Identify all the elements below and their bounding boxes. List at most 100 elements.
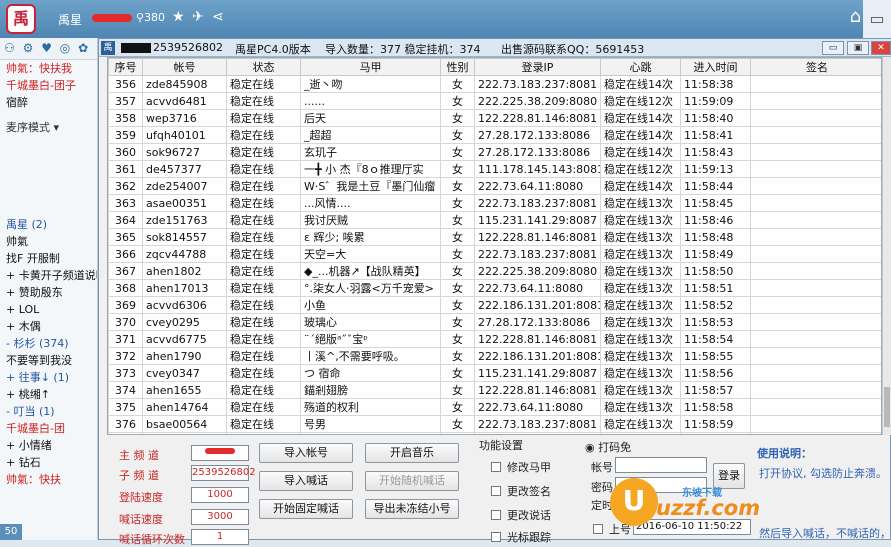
- left-list-item[interactable]: 千城墨白-团子: [0, 77, 97, 94]
- table-row[interactable]: 370 cvey0295 稳定在线 玻璃心女 27.28.172.133:8086 稳定在…: [108, 313, 881, 331]
- left-list-item[interactable]: 找F 开服制: [0, 250, 97, 267]
- table-cell: 363: [108, 194, 143, 212]
- table-row[interactable]: 369 acvvd6306 稳定在线 小鱼女 222.186.131.201:8081 稳…: [108, 296, 881, 314]
- main-channel-field[interactable]: [191, 445, 249, 461]
- share-icon[interactable]: ⋖: [212, 9, 224, 25]
- left-list-item[interactable]: + 赞助殷东: [0, 284, 97, 301]
- left-list-item[interactable]: 帅氣：快扶: [0, 471, 97, 488]
- login-speed-field[interactable]: 1000: [191, 487, 249, 503]
- left-list-item[interactable]: - 叮当 (1): [0, 403, 97, 420]
- function-settings-title: 功能设置: [479, 439, 523, 452]
- table-body: 356 zde845908 稳定在线 _逝丶吻女 222.73.183.237:8081…: [108, 75, 881, 434]
- table-cell: 27.28.172.133:8086: [474, 126, 601, 144]
- table-cell: [750, 177, 881, 195]
- vertical-scrollbar[interactable]: [882, 57, 891, 435]
- table-row[interactable]: 356 zde845908 稳定在线 _逝丶吻女 222.73.183.237:8081…: [108, 75, 881, 93]
- left-list-item[interactable]: 宿醉: [0, 94, 97, 111]
- table-row[interactable]: 362 zde254007 稳定在线 W·S゛我是土豆『墨门仙瘤女 222.73.64.…: [108, 177, 881, 195]
- column-header[interactable]: 状态: [226, 58, 301, 76]
- free-radio[interactable]: ◉ 打码免: [585, 439, 631, 455]
- phone-icon[interactable]: ☎: [96, 41, 97, 55]
- left-list-item[interactable]: - 杉杉 (374): [0, 335, 97, 352]
- close-button[interactable]: ✕: [871, 41, 891, 55]
- flower-icon[interactable]: ✿: [78, 41, 88, 55]
- user-name[interactable]: 禹星: [58, 11, 82, 28]
- export-frozen-button[interactable]: 导出未冻结小号: [365, 499, 459, 519]
- table-row[interactable]: 357 acvvd6481 稳定在线...... 女 222.225.38.209:80…: [108, 92, 881, 110]
- table-cell: 稳定在线13次: [600, 228, 681, 246]
- left-list-item[interactable]: 禹星 (2): [0, 216, 97, 233]
- table-cell: 稳定在线13次: [600, 245, 681, 263]
- fixed-shout-button[interactable]: 开始固定喊话: [259, 499, 353, 519]
- account-input[interactable]: [615, 457, 707, 473]
- column-header[interactable]: 序号: [108, 58, 143, 76]
- maximize-button[interactable]: ▣: [847, 41, 869, 55]
- mode-selector[interactable]: 麦序模式 ▾: [0, 119, 97, 136]
- left-list-item[interactable]: + 往事↓ (1): [0, 369, 97, 386]
- table-cell: [750, 398, 881, 416]
- table-row[interactable]: 359 ufqh40101 稳定在线 _超超女 27.28.172.133:8086 稳定…: [108, 126, 881, 144]
- column-header[interactable]: 签名: [750, 58, 881, 76]
- star-icon[interactable]: ★: [172, 9, 185, 25]
- people-icon[interactable]: ⚇: [4, 41, 15, 55]
- settings-icon[interactable]: ⚙: [23, 41, 34, 55]
- column-header[interactable]: 心跳: [600, 58, 681, 76]
- table-row[interactable]: 375 ahen14764 稳定在线 殇道的权利女 222.73.64.11:8080 稳…: [108, 398, 881, 416]
- table-cell: 11:58:48: [680, 228, 751, 246]
- table-row[interactable]: 363 asae00351 稳定在线 ...风情.... 女 222.73.183.237…: [108, 194, 881, 212]
- sign-checkbox[interactable]: 更改签名: [491, 483, 551, 499]
- column-header[interactable]: 登录IP: [474, 58, 601, 76]
- column-header[interactable]: 马甲: [300, 58, 441, 76]
- loop-field[interactable]: 1: [191, 529, 249, 545]
- shout-speed-field[interactable]: 3000: [191, 509, 249, 525]
- table-row[interactable]: 358 wep3716 稳定在线 后天女 122.228.81.146:8081 稳定在线…: [108, 109, 881, 127]
- left-list-item[interactable]: + 木偶: [0, 318, 97, 335]
- sub-channel-field[interactable]: 2539526802: [191, 465, 256, 481]
- table-row[interactable]: 368 ahen17013 稳定在线 °.柒女人·羽露<万千宠爱> 女 222.73.64…: [108, 279, 881, 297]
- table-row[interactable]: 373 cvey0347 稳定在线つ 宿命女 115.231.141.29:8087 稳…: [108, 364, 881, 382]
- scroll-thumb[interactable]: [884, 387, 890, 427]
- cursor-checkbox[interactable]: 光标跟踪: [491, 529, 551, 545]
- left-list-item[interactable]: 千城墨白-团: [0, 420, 97, 437]
- account-label: 帐号: [591, 461, 613, 474]
- left-list-item[interactable]: + 卡黄开子频道说明: [0, 267, 97, 284]
- table-row[interactable]: 364 zde151763 稳定在线 我讨厌贼女 115.231.141.29:8087…: [108, 211, 881, 229]
- table-row[interactable]: 365 sok814557 稳定在线 ε 辉少; 唉累女 122.228.81.146:…: [108, 228, 881, 246]
- import-account-button[interactable]: 导入帐号: [259, 443, 353, 463]
- table-cell: 11:58:40: [680, 109, 751, 127]
- import-shout-button[interactable]: 导入喊话: [259, 471, 353, 491]
- table-row[interactable]: 367 ahen1802 稳定在线 ◆_...机器↗【战队精英】女 222.225.38…: [108, 262, 881, 280]
- minimize-button[interactable]: ▭: [822, 41, 844, 55]
- table-row[interactable]: 374 ahen1655 稳定在线 錨剎翅膀女 122.228.81.146:8081 稳…: [108, 381, 881, 399]
- column-header[interactable]: 进入时间: [680, 58, 751, 76]
- heart-icon[interactable]: ♥: [41, 41, 52, 55]
- table-cell: 11:58:54: [680, 330, 751, 348]
- table-cell: 稳定在线14次: [600, 177, 681, 195]
- left-list-item[interactable]: + 小情绪: [0, 437, 97, 454]
- table-cell: 122.228.81.146:8081: [474, 109, 601, 127]
- column-header[interactable]: 性别: [440, 58, 475, 76]
- table-row[interactable]: 376 bsae00564 稳定在线 号男女 222.73.183.237:8081 稳定…: [108, 415, 881, 433]
- table-row[interactable]: 372 ahen1790 稳定在线 丨溪^,不需要呼吸。女 222.186.131.20…: [108, 347, 881, 365]
- left-list-item[interactable]: 帅氣: [0, 233, 97, 250]
- table-row[interactable]: 377wep622823稳定在线宿命—烟头女122.228.81.146:808…: [108, 432, 881, 434]
- table-row[interactable]: 360 sok96727 稳定在线 玄玑子女 27.28.172.133:8086 稳定在…: [108, 143, 881, 161]
- left-list-item[interactable]: + LOL: [0, 301, 97, 318]
- column-header[interactable]: 帐号: [142, 58, 227, 76]
- start-music-button[interactable]: 开启音乐: [365, 443, 459, 463]
- table-row[interactable]: 371 acvvd6775 稳定在线 ¨´絕版ᵃ˝ˇ宝ᵖ 女 122.228.81.146…: [108, 330, 881, 348]
- left-list-item[interactable]: 不要等到我没: [0, 352, 97, 369]
- target-icon[interactable]: ◎: [60, 41, 70, 55]
- left-list-item[interactable]: 帅氣：快扶我: [0, 60, 97, 77]
- table-row[interactable]: 366 zqcv44788 稳定在线 天空=大女 222.73.183.237:8081…: [108, 245, 881, 263]
- speak-checkbox[interactable]: 更改说话: [491, 507, 551, 523]
- table-cell: 号男: [300, 415, 441, 433]
- random-shout-button[interactable]: 开始随机喊话: [365, 471, 459, 491]
- home-icon[interactable]: ⌂: [850, 6, 861, 27]
- left-list-item[interactable]: + 桃缃↑: [0, 386, 97, 403]
- table-row[interactable]: 361 de457377 稳定在线 一╋ 小 杰『8ｏ推理厅实女 111.178.145…: [108, 160, 881, 178]
- vest-checkbox[interactable]: 修改马甲: [491, 459, 551, 475]
- top-window-button[interactable]: ▭: [863, 0, 891, 38]
- plane-icon[interactable]: ✈: [192, 9, 204, 25]
- left-list-item[interactable]: + 钻石: [0, 454, 97, 471]
